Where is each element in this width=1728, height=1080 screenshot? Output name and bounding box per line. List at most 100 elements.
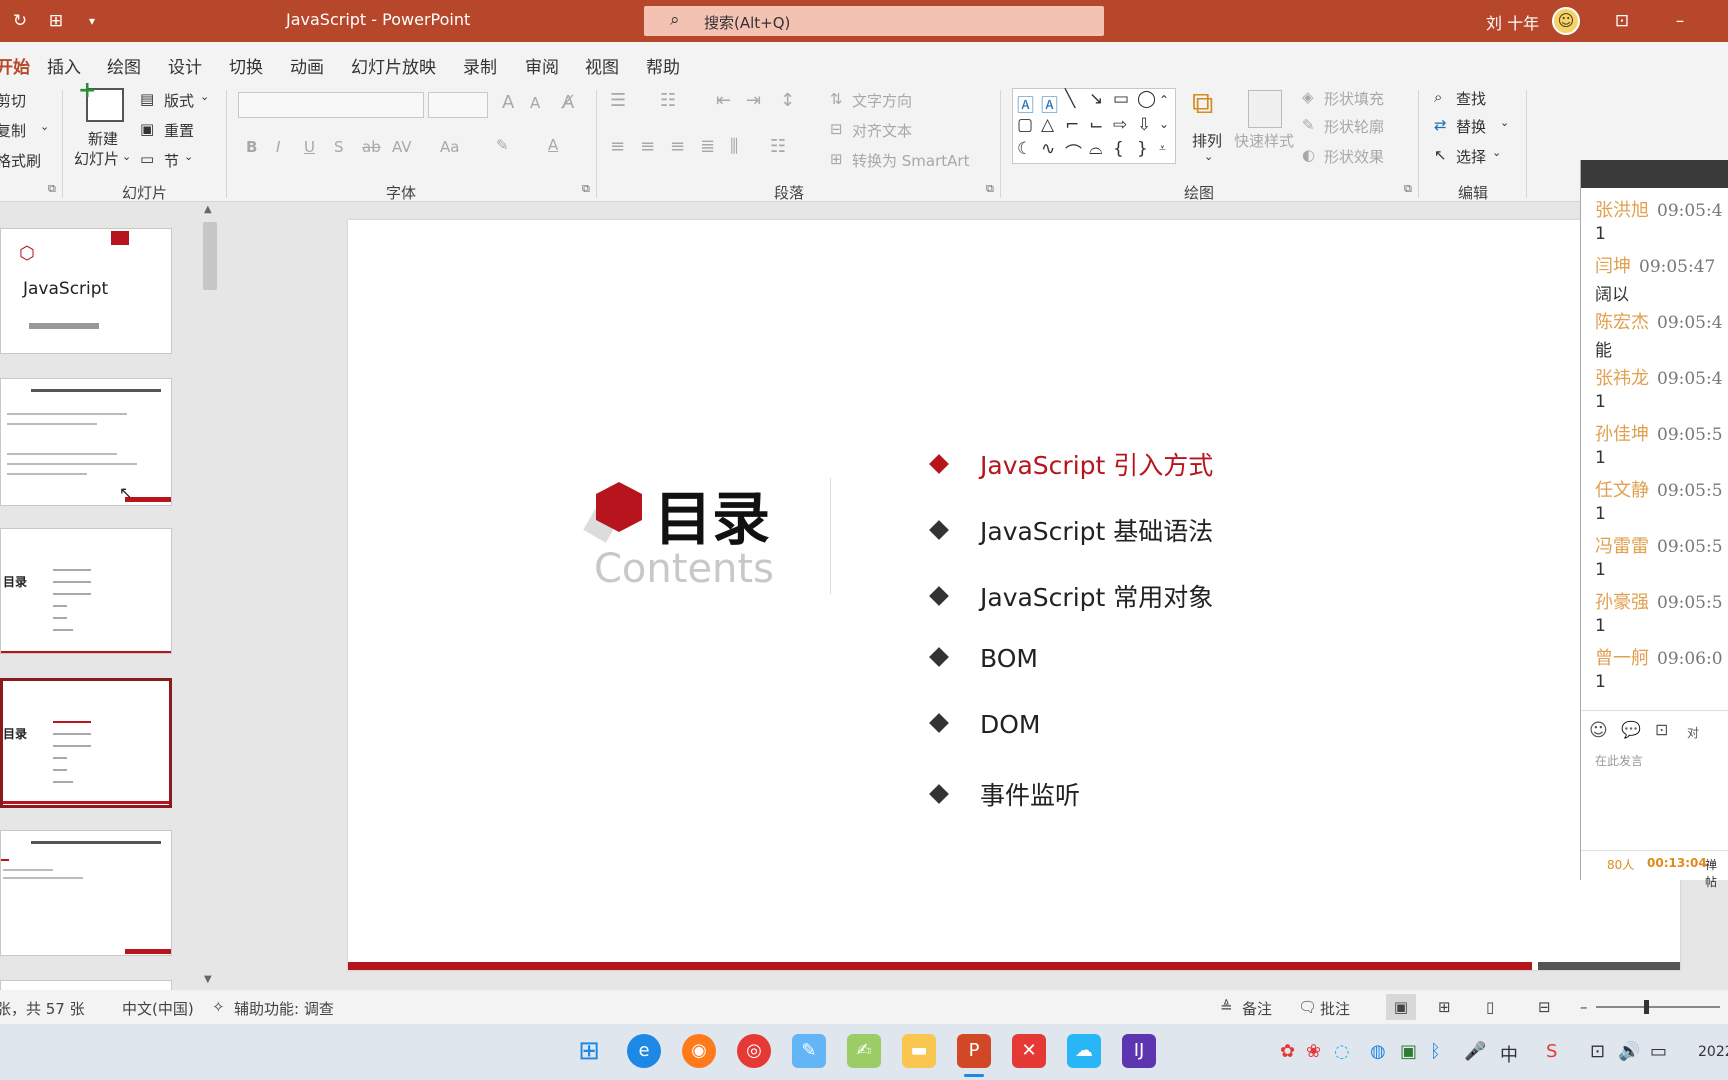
comments-button[interactable]: 批注 bbox=[1320, 998, 1350, 1019]
arrow-icon[interactable]: ↘ bbox=[1089, 89, 1103, 109]
change-case-button[interactable]: Aa bbox=[440, 138, 459, 156]
customize-dropdown-icon[interactable]: ▾ bbox=[80, 9, 104, 33]
paint-icon[interactable]: ✎ bbox=[792, 1034, 826, 1068]
thumbnail-slide-2[interactable]: ↖ bbox=[0, 378, 172, 506]
align-text-button[interactable]: 对齐文本 bbox=[852, 120, 912, 141]
shape-effects-button[interactable]: 形状效果 bbox=[1324, 146, 1384, 167]
shapes-gallery[interactable]: 🄰 🄰 ╲ ↘ ▭ ◯ ▢ △ ⌐ ⌙ ⇨ ⇩ ☾ ∿ ⌒ ⌓ { } ⌃ ⌄ … bbox=[1012, 88, 1176, 164]
elbow-icon[interactable]: ⌙ bbox=[1089, 115, 1103, 135]
thumbnail-slide-5[interactable] bbox=[0, 830, 172, 956]
section-button[interactable]: 节 bbox=[164, 150, 179, 171]
new-slide-dropdown-icon[interactable]: ⌄ bbox=[122, 150, 131, 163]
start-icon[interactable]: ⊞ bbox=[572, 1034, 606, 1068]
rounded-rect-icon[interactable]: ▢ bbox=[1017, 115, 1033, 135]
tab-home[interactable]: 开始 bbox=[0, 53, 30, 78]
chrome-icon[interactable]: ◎ bbox=[737, 1034, 771, 1068]
microphone-icon[interactable]: 🎤 bbox=[1464, 1041, 1486, 1062]
increase-indent-icon[interactable]: ⇥ bbox=[746, 90, 761, 111]
font-color-button[interactable]: A bbox=[548, 136, 558, 154]
tab-insert[interactable]: 插入 bbox=[47, 53, 81, 78]
tab-draw[interactable]: 绘图 bbox=[107, 53, 141, 78]
format-painter-button[interactable]: 格式刷 bbox=[0, 150, 41, 171]
battery-icon[interactable]: ▭ bbox=[1650, 1041, 1667, 1062]
find-button[interactable]: 查找 bbox=[1456, 88, 1486, 109]
rectangle-icon[interactable]: ▭ bbox=[1113, 89, 1129, 109]
xmind-icon[interactable]: ✕ bbox=[1012, 1034, 1046, 1068]
line-spacing-icon[interactable]: ↕ bbox=[780, 90, 795, 111]
arrange-button[interactable]: 排列 bbox=[1192, 130, 1222, 151]
shrink-font-button[interactable]: A bbox=[530, 94, 540, 112]
strikethrough-button[interactable]: ab bbox=[362, 138, 381, 156]
notes-button[interactable]: 备注 bbox=[1242, 998, 1272, 1019]
gallery-up-icon[interactable]: ⌃ bbox=[1159, 93, 1169, 107]
numbering-icon[interactable]: ☷ bbox=[660, 90, 676, 111]
down-arrow-icon[interactable]: ⇩ bbox=[1137, 115, 1151, 135]
align-center-icon[interactable]: ≡ bbox=[640, 136, 655, 157]
zoom-out-icon[interactable]: – bbox=[1580, 998, 1588, 1016]
line-icon[interactable]: ╲ bbox=[1065, 89, 1075, 109]
ribbon-display-icon[interactable]: ⊡ bbox=[1610, 9, 1634, 33]
new-slide-label-1[interactable]: 新建 bbox=[88, 128, 118, 149]
tab-design[interactable]: 设计 bbox=[168, 53, 202, 78]
tray-app4-icon[interactable]: ◍ bbox=[1370, 1041, 1386, 1062]
chat-input[interactable]: 在此发言 bbox=[1595, 752, 1643, 769]
select-dropdown-icon[interactable]: ⌄ bbox=[1492, 146, 1501, 159]
thumbnail-slide-4[interactable]: 目录 bbox=[0, 678, 172, 808]
tab-review[interactable]: 审阅 bbox=[525, 53, 559, 78]
triangle-icon[interactable]: △ bbox=[1041, 115, 1054, 135]
avatar[interactable]: ☺ bbox=[1552, 7, 1580, 35]
oval-icon[interactable]: ◯ bbox=[1137, 89, 1156, 109]
curve-icon[interactable]: ⌓ bbox=[1089, 139, 1102, 159]
replace-dropdown-icon[interactable]: ⌄ bbox=[1500, 116, 1509, 129]
underline-button[interactable]: U bbox=[304, 138, 315, 156]
replace-button[interactable]: 替换 bbox=[1456, 116, 1486, 137]
slide-canvas[interactable]: 目录 Contents JavaScript 引入方式 JavaScript 基… bbox=[348, 220, 1680, 970]
quick-styles-icon[interactable] bbox=[1248, 90, 1282, 128]
drawing-launcher-icon[interactable]: ⧉ bbox=[1404, 182, 1412, 196]
thumbnail-slide-1[interactable]: ⬡ JavaScript bbox=[0, 228, 172, 354]
highlight-icon[interactable]: ✎ bbox=[496, 136, 509, 154]
bubble-icon[interactable]: 💬 bbox=[1621, 720, 1641, 739]
powerpoint-icon[interactable]: P bbox=[957, 1034, 991, 1068]
to-label[interactable]: 对 bbox=[1687, 724, 1699, 741]
tab-record[interactable]: 录制 bbox=[463, 53, 497, 78]
thumbnail-scrollbar[interactable]: ▲ ▼ bbox=[200, 204, 220, 990]
freeform-icon[interactable]: ☾ bbox=[1017, 139, 1032, 159]
cut-button[interactable]: 剪切 bbox=[0, 90, 26, 111]
new-slide-label-2[interactable]: 幻灯片 bbox=[74, 148, 119, 169]
layout-dropdown-icon[interactable]: ⌄ bbox=[200, 90, 209, 103]
copy-button[interactable]: 复制 bbox=[0, 120, 26, 141]
reset-button[interactable]: 重置 bbox=[164, 120, 194, 141]
textbox-icon[interactable]: 🄰 bbox=[1017, 91, 1034, 116]
present-icon[interactable]: ⊞ bbox=[44, 9, 68, 33]
zoom-slider-thumb[interactable] bbox=[1644, 1000, 1649, 1014]
tray-app2-icon[interactable]: ❀ bbox=[1306, 1041, 1321, 1062]
firefox-icon[interactable]: ◉ bbox=[682, 1034, 716, 1068]
arrange-dropdown-icon[interactable]: ⌄ bbox=[1204, 150, 1213, 163]
intellij-icon[interactable]: IJ bbox=[1122, 1034, 1156, 1068]
tab-slideshow[interactable]: 幻灯片放映 bbox=[351, 53, 436, 78]
network-icon[interactable]: ⊡ bbox=[1590, 1041, 1605, 1062]
tab-view[interactable]: 视图 bbox=[585, 53, 619, 78]
tray-app-icon[interactable]: ✿ bbox=[1280, 1041, 1295, 1062]
tab-transitions[interactable]: 切换 bbox=[229, 53, 263, 78]
smartart-button[interactable]: 转换为 SmartArt bbox=[852, 150, 969, 171]
bold-button[interactable]: B bbox=[246, 138, 257, 156]
copy-dropdown-icon[interactable]: ⌄ bbox=[40, 120, 49, 133]
decrease-indent-icon[interactable]: ⇤ bbox=[716, 90, 731, 111]
chat-extra[interactable]: 禅帖 bbox=[1705, 856, 1728, 890]
zoom-slider[interactable] bbox=[1596, 1006, 1720, 1008]
ime-icon[interactable]: 中 bbox=[1500, 1041, 1518, 1067]
volume-icon[interactable]: 🔊 bbox=[1618, 1041, 1640, 1062]
select-button[interactable]: 选择 bbox=[1456, 146, 1486, 167]
emoji-icon[interactable]: ☺ bbox=[1589, 720, 1608, 741]
normal-view-icon[interactable]: ▣ bbox=[1386, 994, 1416, 1020]
slideshow-view-icon[interactable]: ⊟ bbox=[1538, 998, 1551, 1016]
edge-icon[interactable]: e bbox=[627, 1034, 661, 1068]
clock[interactable]: 2022 bbox=[1698, 1044, 1728, 1060]
cloud-app-icon[interactable]: ☁ bbox=[1067, 1034, 1101, 1068]
vertical-textbox-icon[interactable]: 🄰 bbox=[1041, 91, 1058, 116]
reading-view-icon[interactable]: ▯ bbox=[1486, 998, 1494, 1016]
justify-icon[interactable]: ≣ bbox=[700, 136, 715, 157]
chat-header[interactable] bbox=[1581, 160, 1728, 188]
